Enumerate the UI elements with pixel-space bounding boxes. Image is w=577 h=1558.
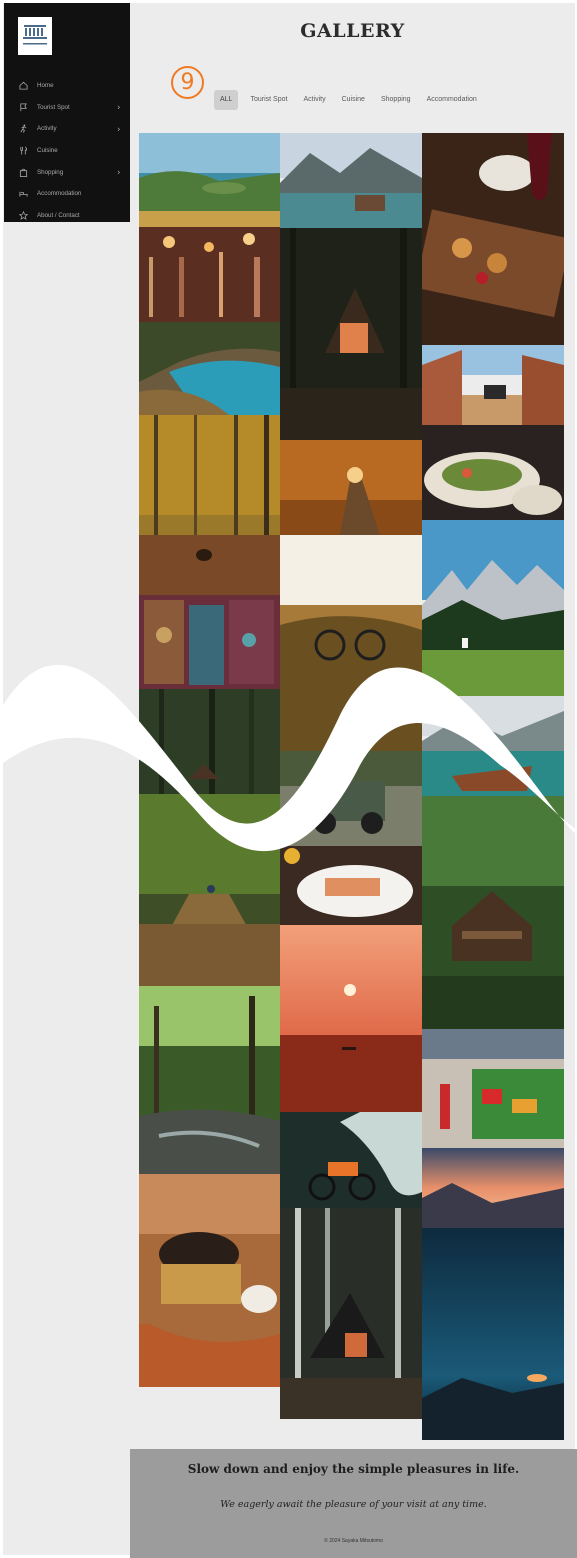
filter-shopping[interactable]: Shopping xyxy=(373,90,419,110)
gallery-photo[interactable] xyxy=(422,133,564,345)
footer-tagline: Slow down and enjoy the simple pleasures… xyxy=(187,1462,520,1476)
sidebar-item-label: Shopping xyxy=(37,168,64,176)
sidebar-item-cuisine[interactable]: Cuisine xyxy=(4,140,130,162)
gallery-photo[interactable] xyxy=(280,440,422,535)
sidebar-item-label: Tourist Spot xyxy=(37,103,70,111)
gallery-photo[interactable] xyxy=(280,1208,422,1419)
sidebar-item-label: Cuisine xyxy=(37,147,58,155)
filter-cuisine[interactable]: Cuisine xyxy=(334,90,373,110)
gallery-photo[interactable] xyxy=(139,133,280,227)
site-logo[interactable] xyxy=(18,17,52,55)
star-icon xyxy=(18,210,28,220)
gallery-photo[interactable] xyxy=(280,228,422,440)
category-filter-bar: ALL Tourist Spot Activity Cuisine Shoppi… xyxy=(214,90,485,110)
gallery-photo[interactable] xyxy=(139,415,280,595)
filter-all[interactable]: ALL xyxy=(214,90,239,110)
sidebar-item-label: Home xyxy=(37,82,54,90)
sidebar-item-home[interactable]: Home xyxy=(4,75,130,97)
gallery-photo[interactable] xyxy=(422,1029,564,1148)
sidebar-item-shopping[interactable]: Shopping › xyxy=(4,161,130,183)
page-title: GALLERY xyxy=(300,20,405,42)
footer-copyright: © 2024 Sayaka Mitsutomo xyxy=(324,1538,383,1544)
gallery-photo[interactable] xyxy=(139,227,280,322)
gallery-photo[interactable] xyxy=(139,1174,280,1387)
flag-icon xyxy=(18,102,28,112)
shopping-bag-icon xyxy=(18,167,28,177)
bed-icon xyxy=(18,189,28,199)
site-footer: Slow down and enjoy the simple pleasures… xyxy=(130,1449,577,1558)
footer-subline: We eagerly await the pleasure of your vi… xyxy=(220,1499,487,1510)
sidebar-item-label: Activity xyxy=(37,125,57,133)
sidebar-nav: Home Tourist Spot › Activity › Cuisine S… xyxy=(4,75,130,226)
sidebar-item-accommodation[interactable]: Accommodation xyxy=(4,183,130,205)
filter-accommodation[interactable]: Accommodation xyxy=(419,90,485,110)
sidebar-item-activity[interactable]: Activity › xyxy=(4,118,130,140)
gallery-photo[interactable] xyxy=(422,1228,564,1440)
gallery-photo[interactable] xyxy=(280,925,422,1112)
gallery-photo[interactable] xyxy=(422,425,564,520)
chevron-right-icon[interactable]: › xyxy=(117,124,120,133)
sidebar-item-label: About / Contact xyxy=(37,211,80,219)
sidebar-item-tourist-spot[interactable]: Tourist Spot › xyxy=(4,97,130,119)
filter-tourist-spot[interactable]: Tourist Spot xyxy=(242,90,295,110)
sidebar-item-label: Accommodation xyxy=(37,190,82,198)
logo-building-icon xyxy=(23,25,47,45)
gallery-photo[interactable] xyxy=(139,986,280,1174)
wave-divider xyxy=(0,664,577,865)
home-icon xyxy=(18,81,28,91)
filter-activity[interactable]: Activity xyxy=(295,90,333,110)
photo-count-badge: 9 xyxy=(171,66,204,99)
sidebar: Home Tourist Spot › Activity › Cuisine S… xyxy=(4,3,130,222)
gallery-photo[interactable] xyxy=(280,1112,422,1208)
gallery-photo[interactable] xyxy=(422,1148,564,1228)
running-icon xyxy=(18,124,28,134)
chevron-right-icon[interactable]: › xyxy=(117,168,120,177)
gallery-photo[interactable] xyxy=(422,345,564,425)
gallery-photo[interactable] xyxy=(139,322,280,415)
chevron-right-icon[interactable]: › xyxy=(117,103,120,112)
utensils-icon xyxy=(18,146,28,156)
sidebar-item-about-contact[interactable]: About / Contact xyxy=(4,205,130,227)
gallery-photo[interactable] xyxy=(280,133,422,228)
